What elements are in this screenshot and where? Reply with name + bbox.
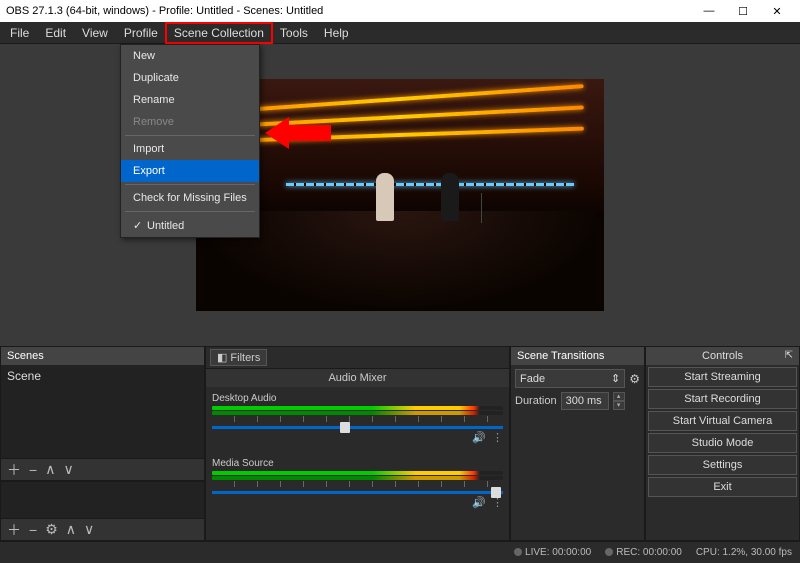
channel-options-icon[interactable]: ⋮ (492, 431, 503, 444)
menubar: File Edit View Profile Scene Collection … (0, 22, 800, 44)
mute-icon[interactable]: 🔊 (472, 496, 486, 509)
transition-select[interactable]: Fade ⇕ (515, 369, 625, 388)
filters-icon: ◧ (217, 351, 227, 364)
menu-item-rename[interactable]: Rename (121, 89, 259, 111)
studio-mode-button[interactable]: Studio Mode (648, 433, 797, 453)
menu-edit[interactable]: Edit (37, 23, 74, 43)
audio-mixer-panel: ◧ Filters Audio Mixer Desktop Audio 🔊 ⋮ … (205, 346, 510, 541)
remove-scene-button[interactable]: − (29, 462, 37, 478)
menu-item-collection-untitled[interactable]: ✓Untitled (121, 214, 259, 237)
move-scene-up-button[interactable]: ∧ (45, 461, 55, 478)
channel-label: Media Source (212, 458, 503, 469)
chevron-updown-icon: ⇕ (611, 372, 620, 385)
menu-scene-collection[interactable]: Scene Collection (166, 23, 272, 43)
menu-item-new[interactable]: New (121, 45, 259, 67)
rec-dot-icon (605, 548, 613, 556)
add-scene-button[interactable]: ＋ (7, 460, 21, 480)
channel-label: Desktop Audio (212, 393, 503, 404)
controls-panel: Controls ⇱ Start Streaming Start Recordi… (645, 346, 800, 541)
statusbar: LIVE: 00:00:00 REC: 00:00:00 CPU: 1.2%, … (0, 541, 800, 563)
mute-icon[interactable]: 🔊 (472, 431, 486, 444)
status-live: LIVE: 00:00:00 (514, 547, 591, 558)
menu-tools[interactable]: Tools (272, 23, 316, 43)
sources-panel: ＋ − ⚙ ∧ ∨ (0, 481, 205, 541)
menu-item-import[interactable]: Import (121, 138, 259, 160)
source-properties-button[interactable]: ⚙ (45, 521, 58, 538)
transitions-header: Scene Transitions (511, 347, 644, 365)
add-source-button[interactable]: ＋ (7, 520, 21, 540)
vu-meter (212, 471, 503, 475)
maximize-button[interactable]: ☐ (726, 1, 760, 21)
settings-button[interactable]: Settings (648, 455, 797, 475)
status-cpu: CPU: 1.2%, 30.00 fps (696, 547, 792, 558)
menu-view[interactable]: View (74, 23, 116, 43)
minimize-button[interactable]: — (692, 1, 726, 21)
status-rec: REC: 00:00:00 (605, 547, 682, 558)
undock-icon[interactable]: ⇱ (785, 350, 793, 361)
scene-item[interactable]: Scene (1, 365, 204, 387)
menu-separator (125, 135, 255, 136)
scene-collection-dropdown: New Duplicate Rename Remove Import Expor… (120, 44, 260, 238)
window-titlebar: OBS 27.1.3 (64-bit, windows) - Profile: … (0, 0, 800, 22)
window-title: OBS 27.1.3 (64-bit, windows) - Profile: … (6, 5, 692, 17)
menu-profile[interactable]: Profile (116, 23, 166, 43)
duration-step-down[interactable]: ▾ (613, 401, 625, 410)
scenes-list[interactable]: Scene (1, 365, 204, 458)
scenes-panel: Scenes Scene ＋ − ∧ ∨ (0, 346, 205, 481)
menu-item-export[interactable]: Export (121, 160, 259, 182)
sources-toolbar: ＋ − ⚙ ∧ ∨ (1, 518, 204, 540)
volume-slider[interactable] (212, 491, 503, 494)
menu-help[interactable]: Help (316, 23, 357, 43)
meter-ticks (212, 416, 503, 422)
duration-step-up[interactable]: ▴ (613, 392, 625, 401)
exit-button[interactable]: Exit (648, 477, 797, 497)
mixer-title: Audio Mixer (206, 369, 509, 387)
duration-input[interactable]: 300 ms (561, 392, 609, 410)
start-streaming-button[interactable]: Start Streaming (648, 367, 797, 387)
move-source-up-button[interactable]: ∧ (66, 521, 76, 538)
move-source-down-button[interactable]: ∨ (84, 521, 94, 538)
vu-meter (212, 411, 503, 415)
scenes-header: Scenes (1, 347, 204, 365)
vu-meter (212, 406, 503, 410)
annotation-arrow (265, 115, 331, 151)
mixer-channel-media-source: Media Source 🔊 ⋮ (212, 458, 503, 509)
menu-separator (125, 211, 255, 212)
menu-item-duplicate[interactable]: Duplicate (121, 67, 259, 89)
start-virtual-camera-button[interactable]: Start Virtual Camera (648, 411, 797, 431)
vu-meter (212, 476, 503, 480)
remove-source-button[interactable]: − (29, 522, 37, 538)
menu-item-remove: Remove (121, 111, 259, 133)
scenes-toolbar: ＋ − ∧ ∨ (1, 458, 204, 480)
start-recording-button[interactable]: Start Recording (648, 389, 797, 409)
close-button[interactable]: ✕ (760, 1, 794, 21)
meter-ticks (212, 481, 503, 487)
check-icon: ✓ (133, 219, 147, 232)
duration-label: Duration (515, 395, 557, 407)
sources-list[interactable] (1, 482, 204, 518)
filters-button[interactable]: ◧ Filters (210, 349, 267, 366)
menu-separator (125, 184, 255, 185)
controls-header: Controls ⇱ (646, 347, 799, 365)
live-dot-icon (514, 548, 522, 556)
menu-item-check-missing[interactable]: Check for Missing Files (121, 187, 259, 209)
transition-settings-button[interactable]: ⚙ (629, 372, 640, 386)
volume-slider[interactable] (212, 426, 503, 429)
move-scene-down-button[interactable]: ∨ (63, 461, 73, 478)
scene-transitions-panel: Scene Transitions Fade ⇕ ⚙ Duration 300 … (510, 346, 645, 541)
menu-file[interactable]: File (2, 23, 37, 43)
mixer-channel-desktop-audio: Desktop Audio 🔊 ⋮ (212, 393, 503, 444)
